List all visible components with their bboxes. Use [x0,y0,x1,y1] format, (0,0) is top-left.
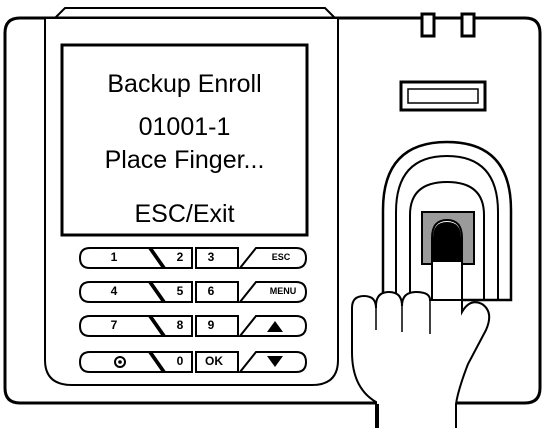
key-0-label: 0 [176,354,184,368]
lcd-title: Backup Enroll [107,70,262,98]
key-2-label: 2 [176,250,184,264]
key-9-label: 9 [207,318,215,332]
lcd-prompt: Place Finger... [104,146,265,174]
status-led-right [460,12,476,38]
key-esc-label: ESC [271,252,291,262]
key-3-label: 3 [207,250,215,264]
key-5-label: 5 [176,284,184,298]
fingertip-contact [433,222,461,262]
key-1-label: 1 [110,250,118,264]
doorbell-icon [114,356,126,368]
key-7-label: 7 [110,318,118,332]
card-reader-slot-inner [407,88,479,104]
key-6-label: 6 [207,284,215,298]
lcd-user-id: 01001-1 [138,113,231,141]
status-led-left [420,12,436,38]
key-ok-label: OK [205,354,223,368]
key-4-label: 4 [110,284,118,298]
key-8-label: 8 [176,318,184,332]
key-menu-label: MENU [269,286,297,296]
hand [351,290,491,428]
lcd-exit-hint: ESC/Exit [134,200,235,228]
